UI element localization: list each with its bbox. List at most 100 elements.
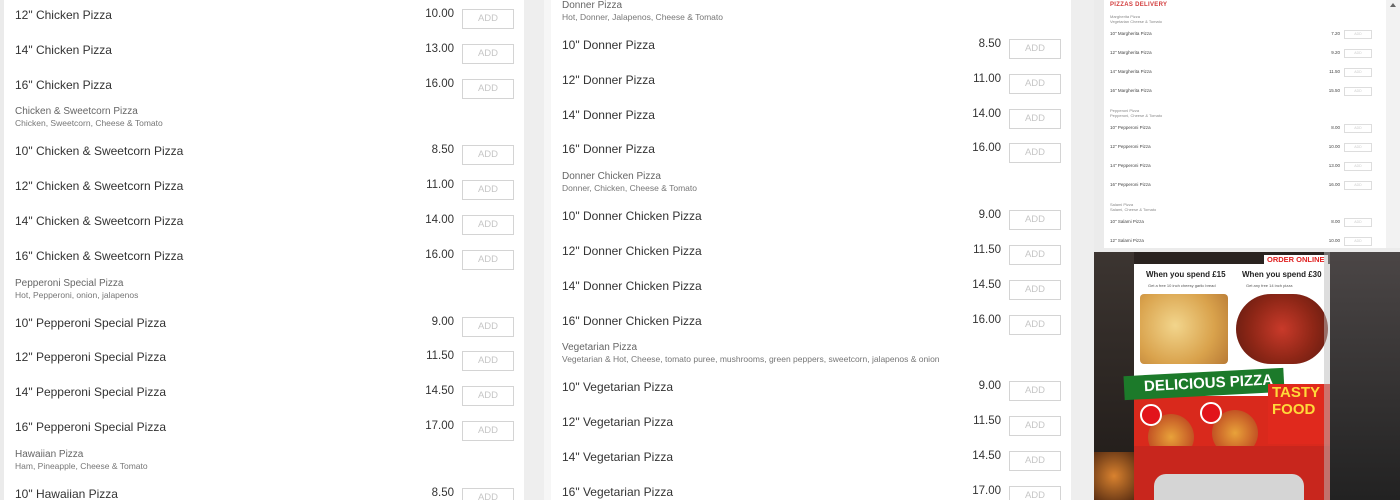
thumbnail-add-button[interactable]: ADD <box>1344 181 1372 190</box>
add-button[interactable]: ADD <box>462 78 514 99</box>
category-header: Donner Pizza Hot, Donner, Jalapenos, Chee… <box>562 0 1062 23</box>
thumbnail-add-button[interactable]: ADD <box>1344 237 1372 246</box>
item-price: 14.00 <box>425 214 454 226</box>
item-price: 16.00 <box>425 77 454 90</box>
menu-column-left: 12" Chicken Pizza 10.00 ADD 14" Chicken Piz… <box>4 0 524 500</box>
menu-item-row: 10" Pepperoni Special Pizza 9.00 ADD <box>4 310 524 344</box>
thumbnail-item-price: 7.20 <box>1331 31 1340 36</box>
item-name: 12" Chicken & Sweetcorn Pizza <box>15 179 184 194</box>
add-button[interactable]: ADD <box>1009 210 1061 231</box>
thumbnail-item-price: 9.20 <box>1331 50 1340 55</box>
thumbnail-add-button[interactable]: ADD <box>1344 124 1372 133</box>
add-button[interactable]: ADD <box>462 487 514 500</box>
thumbnail-add-button[interactable]: ADD <box>1344 68 1372 77</box>
thumbnail-item-price: 15.50 <box>1328 88 1340 93</box>
menu-item-row: 12" Pepperoni Special Pizza 11.50 ADD <box>4 344 524 378</box>
item-name: 10" Chicken & Sweetcorn Pizza <box>15 144 184 159</box>
menu-item-row: 14" Chicken Pizza 13.00 ADD <box>4 37 524 71</box>
thumbnail-scrollbar[interactable] <box>1386 0 1400 248</box>
item-name: 14" Chicken & Sweetcorn Pizza <box>15 214 184 228</box>
add-button[interactable]: ADD <box>1009 39 1061 59</box>
thumbnail-item-name: 16" Pepperoni Pizza <box>1110 182 1151 187</box>
item-name: 14" Donner Chicken Pizza <box>562 278 702 293</box>
add-button[interactable]: ADD <box>462 215 514 235</box>
thumbnail-item-price: 8.00 <box>1331 125 1340 130</box>
add-button[interactable]: ADD <box>462 145 514 166</box>
item-name: 12" Pepperoni Special Pizza <box>15 350 167 365</box>
add-button[interactable]: ADD <box>1009 73 1061 94</box>
menu-item-row: 12" Chicken Pizza 10.00 ADD <box>4 2 524 36</box>
category-description: Donner, Chicken, Cheese & Tomato <box>562 183 697 194</box>
add-button[interactable]: ADD <box>1009 416 1061 437</box>
item-name: 12" Donner Chicken Pizza <box>562 244 702 258</box>
thumbnail-item-name: 14" Pepperoni Pizza <box>1110 163 1151 168</box>
item-name: 16" Vegetarian Pizza <box>562 484 673 499</box>
thumbnail-item-row: 14" Margherita Pizza 11.50 ADD <box>1104 68 1386 78</box>
thumbnail-item-price: 13.00 <box>1328 163 1340 168</box>
menu-item-row: 10" Donner Pizza 8.50 ADD <box>551 32 1071 66</box>
add-button[interactable]: ADD <box>1009 279 1061 300</box>
item-name: 10" Donner Pizza <box>562 38 655 52</box>
item-price: 14.50 <box>425 385 454 398</box>
menu-item-row: 16" Pepperoni Special Pizza 17.00 ADD <box>4 414 524 448</box>
add-button[interactable]: ADD <box>462 421 514 441</box>
add-button[interactable]: ADD <box>462 43 514 64</box>
item-name: 10" Donner Chicken Pizza <box>562 209 702 224</box>
thumbnail-item-price: 10.00 <box>1328 144 1340 149</box>
add-button[interactable]: ADD <box>1009 451 1061 471</box>
category-title: Hawaiian Pizza <box>15 448 84 460</box>
thumbnail-add-button[interactable]: ADD <box>1344 49 1372 58</box>
thumbnail-add-button[interactable]: ADD <box>1344 218 1372 227</box>
item-name: 12" Donner Pizza <box>562 72 655 87</box>
thumbnail-add-button[interactable]: ADD <box>1344 30 1372 39</box>
thumbnail-add-button[interactable]: ADD <box>1344 162 1372 171</box>
thumbnail-item-row: 10" Margherita Pizza 7.20 ADD <box>1104 30 1386 40</box>
item-name: 10" Vegetarian Pizza <box>562 380 673 395</box>
item-price: 14.00 <box>972 107 1001 120</box>
category-description: Ham, Pineapple, Cheese & Tomato <box>15 460 148 471</box>
add-button[interactable]: ADD <box>1009 381 1061 402</box>
thumbnail-item-name: 10" Salami Pizza <box>1110 219 1144 224</box>
item-price: 16.00 <box>425 248 454 261</box>
add-button[interactable]: ADD <box>462 316 514 337</box>
item-name: 14" Pepperoni Special Pizza <box>15 385 167 400</box>
add-button[interactable]: ADD <box>462 351 514 372</box>
menu-thumbnail: PIZZAS DELIVERY Margherita Pizza Vegetari… <box>1104 0 1386 248</box>
add-button[interactable]: ADD <box>1009 108 1061 129</box>
add-button[interactable]: ADD <box>462 9 514 29</box>
item-price: 9.00 <box>978 380 1001 393</box>
add-button[interactable]: ADD <box>462 386 514 407</box>
category-title: Donner Pizza <box>562 0 623 11</box>
add-button[interactable]: ADD <box>1009 314 1061 335</box>
item-name: 16" Chicken & Sweetcorn Pizza <box>15 248 184 263</box>
thumbnail-category: Pepperoni Pizza Pepperoni, Cheese & Tomat… <box>1110 108 1162 118</box>
category-header: Chicken & Sweetcorn Pizza Chicken, Sweetc… <box>15 106 515 129</box>
add-button[interactable]: ADD <box>462 180 514 201</box>
menu-item-row: 14" Chicken & Sweetcorn Pizza 14.00 ADD <box>4 208 524 242</box>
thumbnail-add-button[interactable]: ADD <box>1344 143 1372 152</box>
menu-item-row: 12" Chicken & Sweetcorn Pizza 11.00 ADD <box>4 173 524 207</box>
item-price: 9.00 <box>431 315 454 328</box>
menu-item-row: 10" Hawaiian Pizza 8.50 ADD <box>4 481 524 500</box>
add-button[interactable]: ADD <box>1009 485 1061 500</box>
add-button[interactable]: ADD <box>1009 143 1061 164</box>
item-name: 16" Chicken Pizza <box>15 77 112 92</box>
offer2-subtitle: Get any free 14 inch pizza <box>1246 283 1293 288</box>
item-name: 12" Chicken Pizza <box>15 8 112 22</box>
shop-window-photo: When you spend £15 Get a free 10 inch ch… <box>1094 252 1400 500</box>
thumbnail-item-row: 10" Salami Pizza 8.00 ADD <box>1104 218 1386 228</box>
scroll-up-arrow-icon[interactable] <box>1390 3 1396 7</box>
thumbnail-category: Margherita Pizza Vegetarian Cheese & Toma… <box>1110 14 1162 24</box>
add-button[interactable]: ADD <box>462 249 514 270</box>
category-title: Pepperoni Special Pizza <box>15 277 124 289</box>
category-description: Vegetarian & Hot, Cheese, tomato puree, … <box>562 354 940 365</box>
thumbnail-item-price: 8.00 <box>1331 219 1340 224</box>
category-header: Donner Chicken Pizza Donner, Chicken, Che… <box>562 171 1062 194</box>
thumbnail-add-button[interactable]: ADD <box>1344 87 1372 96</box>
item-price: 8.50 <box>978 38 1001 50</box>
add-button[interactable]: ADD <box>1009 245 1061 265</box>
item-name: 14" Donner Pizza <box>562 107 655 122</box>
item-name: 14" Chicken Pizza <box>15 42 112 57</box>
thumbnail-category-desc: Salami, Cheese & Tomato <box>1110 207 1157 212</box>
menu-item-row: 10" Chicken & Sweetcorn Pizza 8.50 ADD <box>4 138 524 172</box>
